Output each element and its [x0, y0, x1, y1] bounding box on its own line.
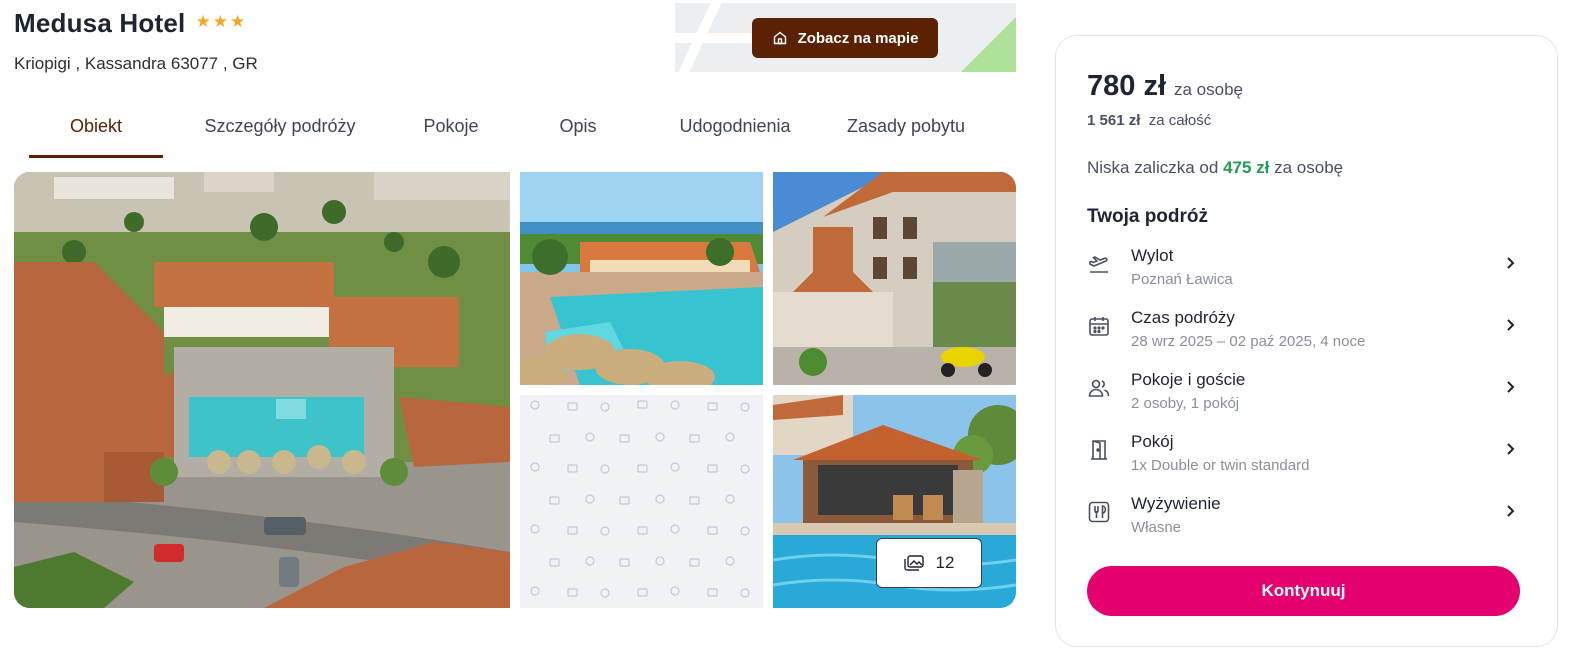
section-tabs: Obiekt Szczegóły podróży Pokoje Opis Udo…: [29, 104, 989, 158]
meals-label: Wyżywienie: [1131, 494, 1221, 513]
guests-label: Pokoje i goście: [1131, 370, 1246, 389]
price-per-person: 780 zł za osobę: [1087, 70, 1243, 103]
photo-gallery: [14, 172, 1016, 608]
departure-value: Poznań Ławica: [1131, 271, 1233, 288]
trip-row-guests[interactable]: Pokoje i goście 2 osoby, 1 pokój: [1087, 366, 1527, 428]
deposit-suffix: za osobę: [1274, 158, 1344, 177]
trip-section-title: Twoja podróż: [1087, 206, 1209, 227]
tab-udogodnienia[interactable]: Udogodnienia: [651, 104, 819, 158]
photo-count: 12: [935, 553, 955, 572]
departure-label: Wylot: [1131, 246, 1174, 265]
gallery-icon: [903, 555, 924, 571]
tab-pokoje[interactable]: Pokoje: [397, 104, 505, 158]
chevron-right-icon: [1507, 319, 1515, 331]
chevron-right-icon: [1507, 257, 1515, 269]
trip-row-room[interactable]: Pokój 1x Double or twin standard: [1087, 428, 1527, 490]
trip-row-dates[interactable]: Czas podróży 28 wrz 2025 – 02 paź 2025, …: [1087, 304, 1527, 366]
trip-row-departure[interactable]: Wylot Poznań Ławica: [1087, 242, 1527, 304]
aerial-hotel-photo[interactable]: [14, 172, 510, 608]
house-icon: [773, 31, 786, 45]
tab-opis[interactable]: Opis: [505, 104, 651, 158]
star-rating: ★ ★ ★: [195, 13, 245, 30]
room-label: Pokój: [1131, 432, 1174, 451]
total-value: 1 561 zł: [1087, 112, 1141, 129]
show-on-map-label: Zobacz na mapie: [797, 29, 919, 47]
deposit-info: Niska zaliczka od 475 zł za osobę: [1087, 158, 1343, 178]
dates-label: Czas podróży: [1131, 308, 1235, 327]
dates-value: 28 wrz 2025 – 02 paź 2025, 4 noce: [1131, 333, 1366, 350]
trip-row-meals[interactable]: Wyżywienie Własne: [1087, 490, 1527, 552]
hotel-header: Medusa Hotel ★ ★ ★: [14, 8, 245, 39]
price-value: 780 zł: [1087, 70, 1166, 102]
hotel-address: Kriopigi , Kassandra 63077 , GR: [14, 54, 258, 73]
hotel-front-photo[interactable]: [773, 172, 1016, 385]
meals-value: Własne: [1131, 519, 1182, 536]
total-unit: za całość: [1148, 112, 1212, 129]
star-icon: ★: [195, 12, 211, 31]
chevron-right-icon: [1507, 505, 1515, 517]
show-on-map-button[interactable]: Zobacz na mapie: [752, 18, 938, 58]
price-unit: za osobę: [1174, 80, 1243, 99]
trip-details: Wylot Poznań Ławica Czas podróży 28 wrz …: [1087, 242, 1527, 552]
tab-szczegoly-podrozy[interactable]: Szczegóły podróży: [163, 104, 397, 158]
continue-button[interactable]: Kontynuuj: [1087, 566, 1520, 616]
photo-count-button[interactable]: 12: [876, 538, 982, 588]
guests-value: 2 osoby, 1 pokój: [1131, 395, 1240, 412]
deposit-value: 475 zł: [1223, 158, 1270, 177]
star-icon: ★: [229, 12, 246, 31]
star-icon: ★: [212, 12, 228, 31]
placeholder-pattern: [520, 395, 763, 608]
chevron-right-icon: [1507, 381, 1515, 393]
cutlery-icon: [1088, 501, 1110, 523]
hotel-name: Medusa Hotel: [14, 8, 186, 38]
booking-card: 780 zł za osobę 1 561 zł za całość Niska…: [1055, 35, 1558, 647]
tab-obiekt[interactable]: Obiekt: [29, 104, 163, 158]
calendar-icon: [1089, 317, 1109, 336]
pool-photo[interactable]: [520, 172, 763, 385]
deposit-prefix: Niska zaliczka od: [1087, 158, 1219, 177]
room-value: 1x Double or twin standard: [1131, 457, 1310, 474]
chevron-right-icon: [1507, 443, 1515, 455]
door-icon: [1091, 440, 1107, 460]
tab-zasady-pobytu[interactable]: Zasady pobytu: [819, 104, 989, 158]
people-icon: [1088, 379, 1110, 397]
total-price: 1 561 zł za całość: [1087, 112, 1211, 129]
plane-departure-icon: [1089, 256, 1108, 273]
